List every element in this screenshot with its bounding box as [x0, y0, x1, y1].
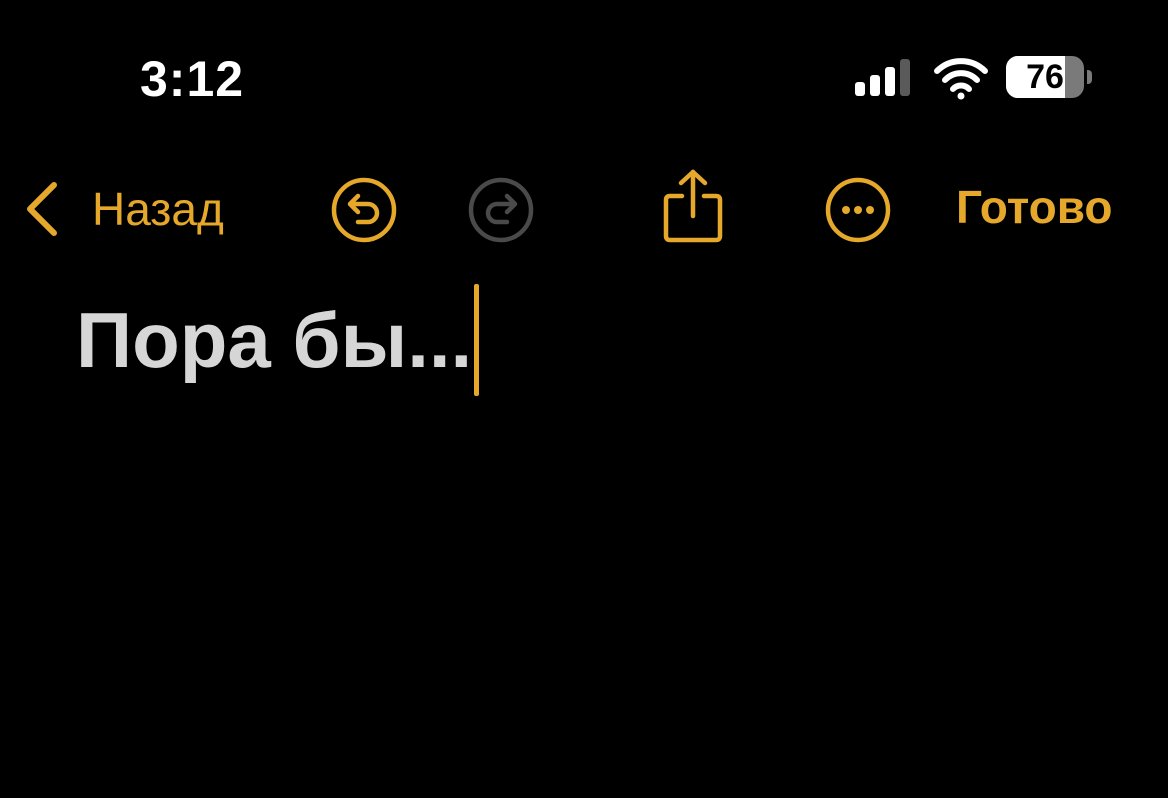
redo-icon[interactable] — [467, 176, 535, 244]
text-cursor — [474, 284, 480, 396]
status-time: 3:12 — [140, 51, 245, 107]
cellular-signal-icon — [855, 59, 910, 96]
note-title[interactable]: Пора бы... — [76, 295, 472, 386]
battery-body: 76 — [1006, 56, 1084, 98]
battery-icon: 76 — [1006, 56, 1092, 100]
share-icon[interactable] — [662, 168, 724, 244]
chevron-left-icon — [27, 182, 57, 236]
battery-level: 76 — [1026, 58, 1064, 96]
note-toolbar: Назад Готово — [0, 160, 1168, 260]
back-label: Назад — [92, 183, 224, 235]
battery-tip — [1087, 70, 1092, 84]
more-icon[interactable] — [824, 176, 892, 244]
back-button[interactable]: Назад — [22, 174, 224, 244]
done-button[interactable]: Готово — [956, 180, 1113, 234]
note-editor[interactable]: Пора бы... — [0, 270, 1168, 798]
undo-icon[interactable] — [330, 176, 398, 244]
wifi-icon — [934, 58, 988, 100]
note-title-line[interactable]: Пора бы... — [76, 284, 480, 396]
status-bar: 3:12 76 — [0, 0, 1168, 150]
